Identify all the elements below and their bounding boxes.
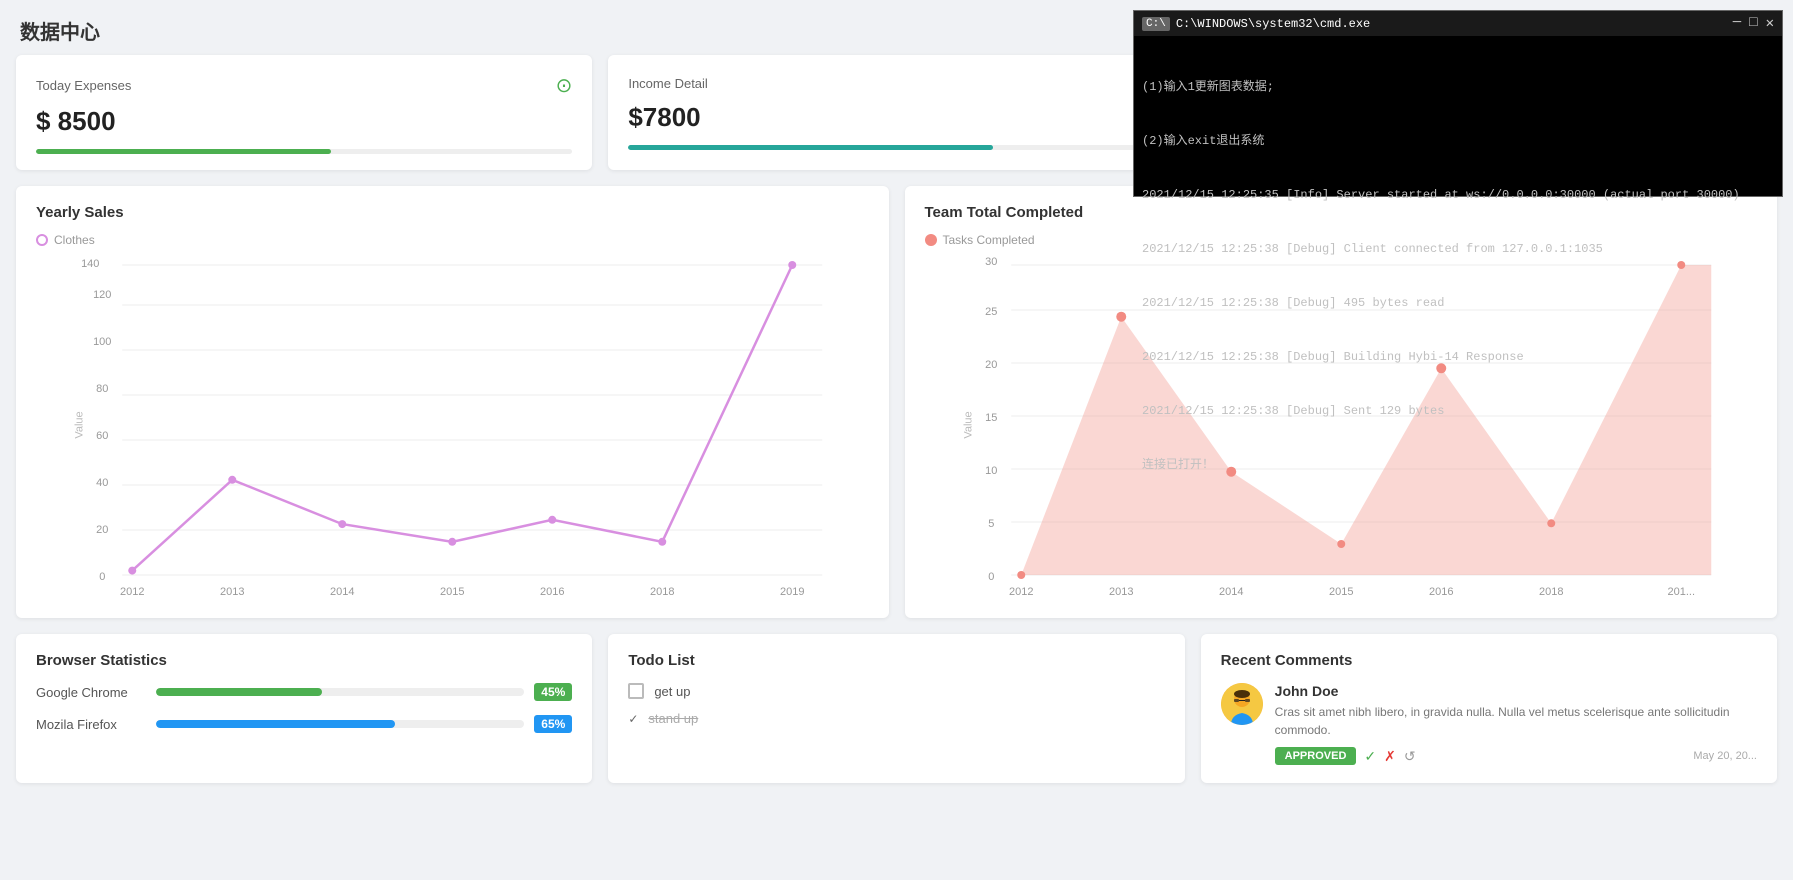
svg-text:2015: 2015 <box>1329 586 1353 595</box>
cmd-body: (1)输入1更新图表数据; (2)输入exit退出系统 2021/12/15 1… <box>1134 36 1782 196</box>
svg-text:120: 120 <box>93 289 111 301</box>
team-legend-dot <box>925 234 937 246</box>
todo-card: Todo List get up ✓ stand up <box>608 634 1184 783</box>
todo-text-0: get up <box>654 684 690 699</box>
card-value-income: $7800 <box>628 102 1164 133</box>
svg-text:2013: 2013 <box>220 586 244 595</box>
browser-item-firefox: Mozila Firefox 65% <box>36 715 572 733</box>
svg-text:Value: Value <box>73 411 85 438</box>
cmd-line-6: 2021/12/15 12:25:38 [Debug] Sent 129 byt… <box>1142 402 1774 420</box>
chrome-pct: 45% <box>534 683 572 701</box>
browser-item-chrome: Google Chrome 45% <box>36 683 572 701</box>
todo-checkbox-0[interactable] <box>628 683 644 699</box>
yearly-sales-card: Yearly Sales Clothes 0 20 40 60 80 100 1… <box>16 186 889 618</box>
stat-card-expenses: Today Expenses ⊙ $ 8500 <box>16 55 592 170</box>
svg-text:30: 30 <box>985 256 997 268</box>
svg-text:2018: 2018 <box>1539 586 1563 595</box>
reject-icon[interactable]: ✗ <box>1384 748 1396 765</box>
svg-text:60: 60 <box>96 430 108 442</box>
cmd-line-4: 2021/12/15 12:25:38 [Debug] 495 bytes re… <box>1142 294 1774 312</box>
cmd-close[interactable]: ✕ <box>1766 15 1774 32</box>
svg-text:25: 25 <box>985 306 997 318</box>
todo-item-0: get up <box>628 683 1164 699</box>
cmd-title: C:\ C:\WINDOWS\system32\cmd.exe <box>1142 17 1370 31</box>
approve-icon[interactable]: ✓ <box>1364 748 1376 765</box>
svg-text:2015: 2015 <box>440 586 464 595</box>
svg-text:2012: 2012 <box>120 586 144 595</box>
cmd-maximize[interactable]: □ <box>1749 15 1757 32</box>
yearly-sales-legend: Clothes <box>36 233 869 247</box>
recent-comments-card: Recent Comments <box>1201 634 1777 783</box>
svg-text:140: 140 <box>81 258 99 270</box>
cmd-icon: C:\ <box>1142 17 1170 31</box>
todo-title: Todo List <box>628 652 1164 669</box>
browser-name-firefox: Mozila Firefox <box>36 717 146 732</box>
cmd-line-1: (2)输入exit退出系统 <box>1142 132 1774 150</box>
svg-text:0: 0 <box>988 571 994 583</box>
svg-text:0: 0 <box>99 571 105 583</box>
cmd-minimize[interactable]: ─ <box>1733 15 1741 32</box>
yearly-sales-legend-label: Clothes <box>54 233 95 247</box>
recent-comments-title: Recent Comments <box>1221 652 1757 669</box>
svg-text:2013: 2013 <box>1109 586 1133 595</box>
svg-text:201...: 201... <box>1667 586 1695 595</box>
svg-text:20: 20 <box>985 359 997 371</box>
svg-text:15: 15 <box>985 412 997 424</box>
stat-card-income: Income Detail ≡ $7800 <box>608 55 1184 170</box>
svg-text:100: 100 <box>93 336 111 348</box>
cmd-line-7: 连接已打开！ <box>1142 456 1774 474</box>
firefox-bar <box>156 720 395 728</box>
svg-text:2014: 2014 <box>1219 586 1243 595</box>
card-value-expenses: $ 8500 <box>36 106 572 137</box>
svg-text:2012: 2012 <box>1009 586 1033 595</box>
cmd-line-0: (1)输入1更新图表数据; <box>1142 78 1774 96</box>
expenses-icon: ⊙ <box>556 73 573 98</box>
svg-text:10: 10 <box>985 465 997 477</box>
expenses-progress <box>36 149 331 154</box>
yearly-sales-title: Yearly Sales <box>36 204 869 221</box>
svg-text:80: 80 <box>96 383 108 395</box>
approved-badge: APPROVED <box>1275 747 1357 765</box>
cmd-line-2: 2021/12/15 12:25:35 [Info] Server starte… <box>1142 186 1774 204</box>
svg-text:Value: Value <box>962 411 974 438</box>
svg-text:20: 20 <box>96 524 108 536</box>
comment-content: John Doe Cras sit amet nibh libero, in g… <box>1275 683 1757 765</box>
svg-text:5: 5 <box>988 518 994 530</box>
svg-text:40: 40 <box>96 477 108 489</box>
cmd-line-5: 2021/12/15 12:25:38 [Debug] Building Hyb… <box>1142 348 1774 366</box>
cmd-line-3: 2021/12/15 12:25:38 [Debug] Client conne… <box>1142 240 1774 258</box>
todo-check-icon: ✓ <box>628 712 638 726</box>
avatar <box>1221 683 1263 725</box>
browser-name-chrome: Google Chrome <box>36 685 146 700</box>
bottom-row: Browser Statistics Google Chrome 45% Moz… <box>16 634 1777 783</box>
undo-icon[interactable]: ↺ <box>1404 748 1416 765</box>
card-label-expenses: Today Expenses <box>36 78 131 93</box>
comment-date: May 20, 20... <box>1693 750 1757 762</box>
svg-text:2019: 2019 <box>780 586 804 595</box>
cmd-titlebar: C:\ C:\WINDOWS\system32\cmd.exe ─ □ ✕ <box>1134 11 1782 36</box>
comment-name: John Doe <box>1275 683 1757 699</box>
svg-text:2018: 2018 <box>650 586 674 595</box>
team-legend-label: Tasks Completed <box>943 233 1035 247</box>
svg-text:2014: 2014 <box>330 586 354 595</box>
svg-text:2016: 2016 <box>1429 586 1453 595</box>
todo-text-1: stand up <box>648 711 698 726</box>
comment-text: Cras sit amet nibh libero, in gravida nu… <box>1275 703 1757 739</box>
firefox-pct: 65% <box>534 715 572 733</box>
income-progress <box>628 145 993 150</box>
chrome-bar <box>156 688 322 696</box>
cmd-title-text: C:\WINDOWS\system32\cmd.exe <box>1176 17 1370 31</box>
todo-item-1: ✓ stand up <box>628 711 1164 726</box>
card-label-income: Income Detail <box>628 76 707 91</box>
comment-footer: APPROVED ✓ ✗ ↺ May 20, 20... <box>1275 747 1757 765</box>
svg-text:2016: 2016 <box>540 586 564 595</box>
cmd-window[interactable]: C:\ C:\WINDOWS\system32\cmd.exe ─ □ ✕ (1… <box>1133 10 1783 197</box>
browser-stats-card: Browser Statistics Google Chrome 45% Moz… <box>16 634 592 783</box>
comment-item-0: John Doe Cras sit amet nibh libero, in g… <box>1221 683 1757 765</box>
cmd-controls: ─ □ ✕ <box>1733 15 1774 32</box>
yearly-sales-legend-dot <box>36 234 48 246</box>
browser-stats-title: Browser Statistics <box>36 652 572 669</box>
yearly-sales-chart: 0 20 40 60 80 100 120 140 Value <box>36 255 869 595</box>
